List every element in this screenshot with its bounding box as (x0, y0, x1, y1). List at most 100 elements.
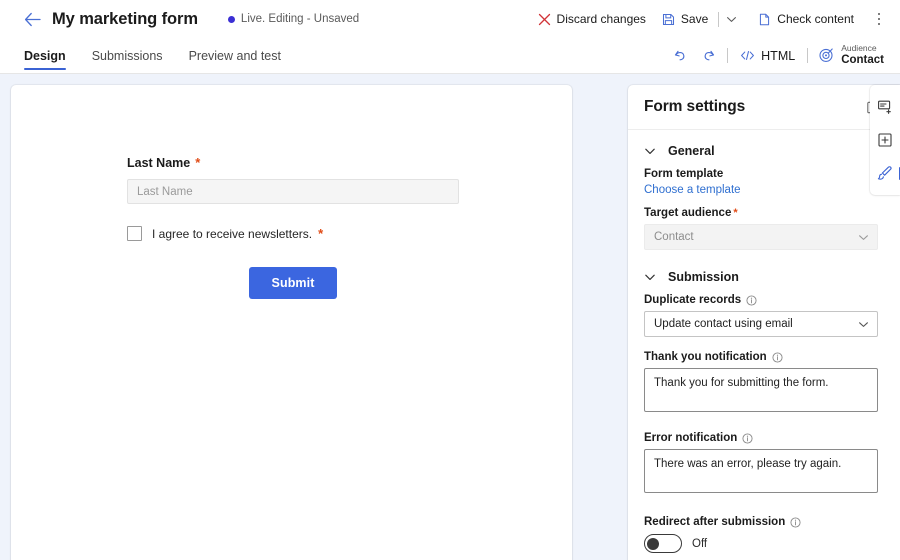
audience-caption: Audience (841, 43, 877, 53)
last-name-input[interactable] (127, 179, 459, 204)
form-settings-panel: Form settings General Form template Choo… (628, 85, 900, 560)
tab-design-label: Design (24, 48, 66, 63)
chevron-down-icon (645, 274, 655, 280)
redo-icon (704, 50, 714, 61)
tab-preview-and-test[interactable]: Preview and test (176, 38, 294, 73)
error-label-text: Error notification (644, 432, 738, 444)
settings-panel-body: General Form template Choose a template … (628, 130, 900, 560)
form-template-label: Form template (644, 168, 724, 180)
save-button[interactable]: Save (654, 7, 716, 31)
html-label: HTML (761, 48, 796, 63)
duplicate-records-field: Duplicate records Update contact using e… (644, 294, 884, 337)
target-audience-field: Target audience * Contact (644, 207, 884, 250)
section-general-title: General (668, 144, 715, 158)
thank-you-notification-input[interactable] (644, 368, 878, 412)
info-icon[interactable] (772, 351, 783, 363)
newsletter-consent-text: I agree to receive newsletters. (152, 227, 313, 241)
duplicate-records-label: Duplicate records (644, 294, 884, 306)
form-fields: Last Name * I agree to receive newslette… (127, 155, 459, 299)
editor-body: Last Name * I agree to receive newslette… (0, 74, 900, 560)
last-name-label-text: Last Name (127, 156, 191, 170)
required-asterisk: * (318, 226, 324, 241)
required-asterisk: * (195, 155, 201, 170)
command-divider (807, 48, 809, 63)
thank-you-label-text: Thank you notification (644, 351, 767, 363)
chevron-down-icon (645, 148, 655, 154)
add-section-icon (878, 133, 892, 147)
info-icon[interactable] (790, 516, 801, 528)
toolbar-divider (718, 11, 720, 27)
duplicate-records-select[interactable]: Update contact using email (644, 311, 878, 337)
back-button[interactable] (22, 9, 42, 29)
tab-design[interactable]: Design (22, 38, 79, 73)
error-notification-field: Error notification (644, 432, 884, 498)
section-submission-title: Submission (668, 270, 739, 284)
redirect-toggle[interactable] (644, 534, 682, 553)
target-audience-label: Target audience * (644, 207, 884, 219)
target-icon (819, 48, 833, 63)
info-icon[interactable] (742, 432, 753, 444)
check-content-button[interactable]: Check content (750, 7, 862, 31)
close-icon (538, 13, 550, 25)
save-label: Save (680, 12, 709, 26)
undo-button[interactable] (665, 43, 693, 69)
page-title: My marketing form (52, 9, 198, 28)
form-canvas[interactable]: Last Name * I agree to receive newslette… (11, 85, 572, 560)
status-text: Live. Editing - Unsaved (240, 13, 360, 25)
tab-submissions[interactable]: Submissions (79, 38, 176, 73)
chevron-down-icon (858, 232, 869, 243)
more-options-button[interactable] (868, 8, 890, 30)
command-divider (727, 48, 729, 63)
audience-labels: Audience Contact (841, 43, 884, 67)
thank-you-notification-field: Thank you notification (644, 351, 884, 417)
command-bar: Design Submissions Preview and test HTML… (0, 38, 900, 74)
undo-icon (674, 50, 685, 61)
top-bar: My marketing form Live. Editing - Unsave… (0, 0, 900, 38)
tab-list: Design Submissions Preview and test (22, 38, 294, 73)
duplicate-records-label-text: Duplicate records (644, 294, 742, 306)
required-asterisk: * (733, 207, 738, 219)
discard-changes-button[interactable]: Discard changes (530, 7, 654, 31)
save-icon (662, 13, 674, 25)
add-section-button[interactable] (872, 130, 898, 149)
newsletter-checkbox[interactable] (127, 226, 142, 241)
submit-row: Submit (127, 267, 459, 299)
redirect-after-submission-field: Redirect after submission Off (644, 516, 884, 553)
command-bar-actions: HTML Audience Contact (665, 38, 890, 73)
status-dot-icon (227, 15, 235, 23)
kebab-dot (877, 17, 881, 21)
redirect-toggle-row: Off (644, 534, 884, 553)
error-notification-input[interactable] (644, 449, 878, 493)
style-brush-button[interactable] (872, 164, 900, 183)
settings-panel-title: Form settings (644, 98, 746, 115)
style-brush-icon (877, 166, 892, 181)
code-icon (741, 51, 755, 60)
thank-you-notification-label: Thank you notification (644, 351, 884, 363)
error-notification-label: Error notification (644, 432, 884, 444)
info-icon[interactable] (746, 294, 757, 306)
form-template-field: Form template Choose a template (644, 168, 884, 196)
kebab-dot (877, 12, 881, 16)
html-button[interactable]: HTML (732, 45, 803, 67)
choose-template-link[interactable]: Choose a template (644, 184, 884, 196)
section-submission-header[interactable]: Submission (644, 256, 884, 294)
target-audience-value: Contact (654, 231, 694, 243)
redo-button[interactable] (695, 43, 723, 69)
chevron-down-icon (727, 16, 737, 22)
audience-button[interactable]: Audience Contact (812, 42, 890, 69)
duplicate-records-value: Update contact using email (654, 318, 793, 330)
target-audience-label-text: Target audience (644, 207, 732, 219)
section-general-header[interactable]: General (644, 130, 884, 168)
submit-button[interactable]: Submit (248, 267, 338, 299)
canvas-area: Last Name * I agree to receive newslette… (0, 74, 613, 560)
add-field-button[interactable] (872, 97, 898, 116)
redirect-toggle-state: Off (692, 537, 708, 550)
newsletter-consent-row[interactable]: I agree to receive newsletters. * (127, 226, 459, 241)
audience-value: Contact (841, 53, 884, 66)
settings-panel-header: Form settings (628, 85, 900, 130)
save-options-dropdown[interactable] (721, 9, 742, 30)
arrow-left-icon (24, 12, 41, 26)
document-icon (760, 13, 770, 25)
newsletter-consent-label: I agree to receive newsletters. * (152, 226, 323, 241)
toggle-knob (647, 537, 659, 550)
